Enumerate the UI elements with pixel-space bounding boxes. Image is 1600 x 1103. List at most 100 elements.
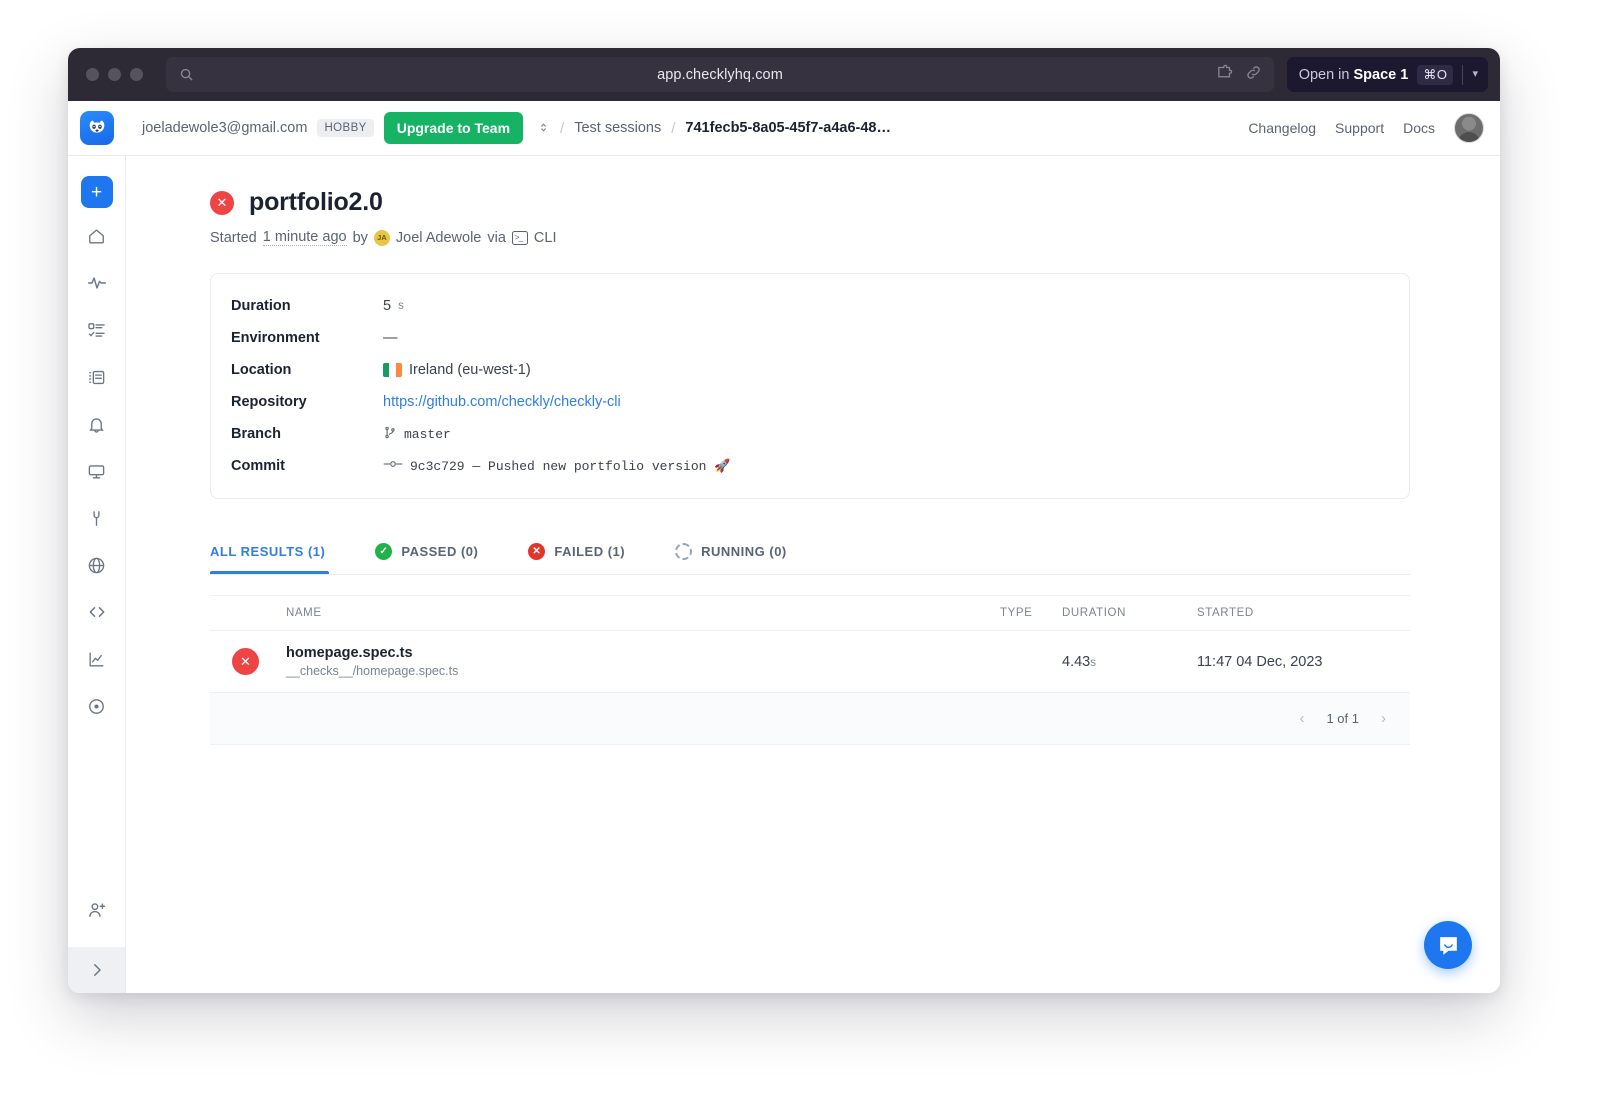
repository-link[interactable]: https://github.com/checkly/checkly-cli [383,394,621,410]
detail-value: — [383,330,398,346]
status-failed-icon: ✕ [210,191,234,215]
row-name-cell: homepage.spec.ts __checks__/homepage.spe… [286,645,1000,678]
pagination-prev-button[interactable]: ‹ [1299,710,1304,727]
sidebar-item-checks[interactable] [78,311,116,349]
detail-key: Location [231,362,383,378]
tab-failed[interactable]: ✕ FAILED (1) [528,529,629,574]
divider [1462,65,1463,85]
nav-link-changelog[interactable]: Changelog [1248,120,1316,136]
link-icon[interactable] [1245,64,1262,86]
row-status-cell: ✕ [210,648,286,675]
session-details-card: Duration 5s Environment — Location [210,273,1410,499]
detail-key: Duration [231,298,383,314]
detail-value: 5s [383,298,404,314]
intercom-chat-button[interactable] [1424,921,1472,969]
puzzle-icon[interactable] [1216,64,1233,86]
browser-address-bar[interactable]: app.checklyhq.com [166,57,1274,92]
breadcrumb: joeladewole3@gmail.com HOBBY Upgrade to … [142,112,891,144]
result-name: homepage.spec.ts [286,645,1000,661]
tab-label: FAILED (1) [554,544,625,559]
session-subtitle: Started 1 minute ago by JA Joel Adewole … [210,229,1454,246]
table-row[interactable]: ✕ homepage.spec.ts __checks__/homepage.s… [210,631,1410,693]
table-pagination: ‹ 1 of 1 › [210,693,1410,745]
minimize-window-button[interactable] [108,68,121,81]
address-bar-icons [1216,64,1262,86]
open-in-space-label: Open in Space 1 [1299,67,1409,83]
x-circle-icon: ✕ [528,543,545,560]
table-header: NAME TYPE DURATION STARTED [210,595,1410,631]
sidebar-item-maintenance[interactable] [78,499,116,537]
plan-badge: HOBBY [317,119,373,137]
tab-all-results[interactable]: ALL RESULTS (1) [210,530,329,573]
detail-value: master [383,425,451,444]
column-header-started: STARTED [1197,607,1410,619]
commit-message: 9c3c729 — Pushed new portfolio version 🚀 [410,458,730,474]
started-relative-time: 1 minute ago [263,229,347,246]
sidebar-add-button[interactable]: + [81,176,113,208]
results-table: NAME TYPE DURATION STARTED ✕ homep [210,595,1410,745]
check-circle-icon: ✓ [375,543,392,560]
trigger-label: CLI [534,230,557,246]
tab-passed[interactable]: ✓ PASSED (0) [375,529,482,574]
main-content: ✕ portfolio2.0 Started 1 minute ago by J… [126,156,1500,993]
close-window-button[interactable] [86,68,99,81]
breadcrumb-separator-2: / [671,120,675,137]
detail-row-location: Location Ireland (eu-west-1) [231,354,1409,386]
sidebar: + [68,156,126,993]
sidebar-item-groups[interactable] [78,358,116,396]
status-failed-icon: ✕ [232,648,259,675]
page-title: portfolio2.0 [249,188,383,217]
invite-user-icon[interactable] [78,891,116,929]
detail-value: https://github.com/checkly/checkly-cli [383,394,621,410]
tab-running[interactable]: RUNNING (0) [675,529,791,574]
chevron-up-down-icon[interactable] [537,119,550,138]
sidebar-item-activity[interactable] [78,264,116,302]
detail-row-commit: Commit 9c3c729 — Pushed new portfolio ve… [231,450,1409,482]
sidebar-item-analytics[interactable] [78,640,116,678]
maximize-window-button[interactable] [130,68,143,81]
detail-key: Branch [231,426,383,442]
row-duration-cell: 4.43s [1062,654,1197,670]
sidebar-bottom [68,891,125,993]
checkly-logo-icon[interactable] [80,111,114,145]
author-name: Joel Adewole [396,230,481,246]
pagination-next-button[interactable]: › [1381,710,1386,727]
column-header-type: TYPE [1000,607,1062,619]
pagination-label: 1 of 1 [1326,711,1359,726]
result-path: __checks__/homepage.spec.ts [286,664,1000,678]
app-topnav: joeladewole3@gmail.com HOBBY Upgrade to … [68,101,1500,156]
sidebar-item-code[interactable] [78,593,116,631]
open-in-space-button[interactable]: Open in Space 1 ⌘O ▾ [1287,57,1488,92]
checkly-app: joeladewole3@gmail.com HOBBY Upgrade to … [68,101,1500,993]
via-label: via [487,230,506,246]
author-avatar: JA [374,230,390,246]
branch-name: master [404,427,451,442]
detail-value: Ireland (eu-west-1) [383,362,531,378]
sidebar-item-home[interactable] [78,217,116,255]
window-controls[interactable] [86,68,143,81]
nav-link-docs[interactable]: Docs [1403,120,1435,136]
chevron-down-icon[interactable]: ▾ [1472,69,1478,80]
ireland-flag-icon [383,363,402,377]
location-name: Ireland (eu-west-1) [409,362,531,378]
row-started-cell: 11:47 04 Dec, 2023 [1197,654,1410,670]
sidebar-item-dashboards[interactable] [78,452,116,490]
breadcrumb-test-sessions[interactable]: Test sessions [574,120,661,136]
browser-window: app.checklyhq.com [68,48,1500,993]
breadcrumb-separator-1: / [560,120,564,137]
column-header-name: NAME [210,607,1000,619]
avatar[interactable] [1454,113,1484,143]
sidebar-item-alerts[interactable] [78,405,116,443]
tab-label: ALL RESULTS (1) [210,544,325,559]
session-detail: ✕ portfolio2.0 Started 1 minute ago by J… [126,156,1500,745]
account-email[interactable]: joeladewole3@gmail.com [142,120,307,136]
nav-link-support[interactable]: Support [1335,120,1384,136]
sidebar-item-private-locations[interactable] [78,687,116,725]
detail-row-repository: Repository https://github.com/checkly/ch… [231,386,1409,418]
sidebar-expand-button[interactable] [68,947,125,993]
duration-unit: s [398,300,404,312]
upgrade-to-team-button[interactable]: Upgrade to Team [384,112,523,144]
branch-icon [383,425,397,444]
duration-value: 5 [383,298,391,314]
sidebar-item-locations[interactable] [78,546,116,584]
